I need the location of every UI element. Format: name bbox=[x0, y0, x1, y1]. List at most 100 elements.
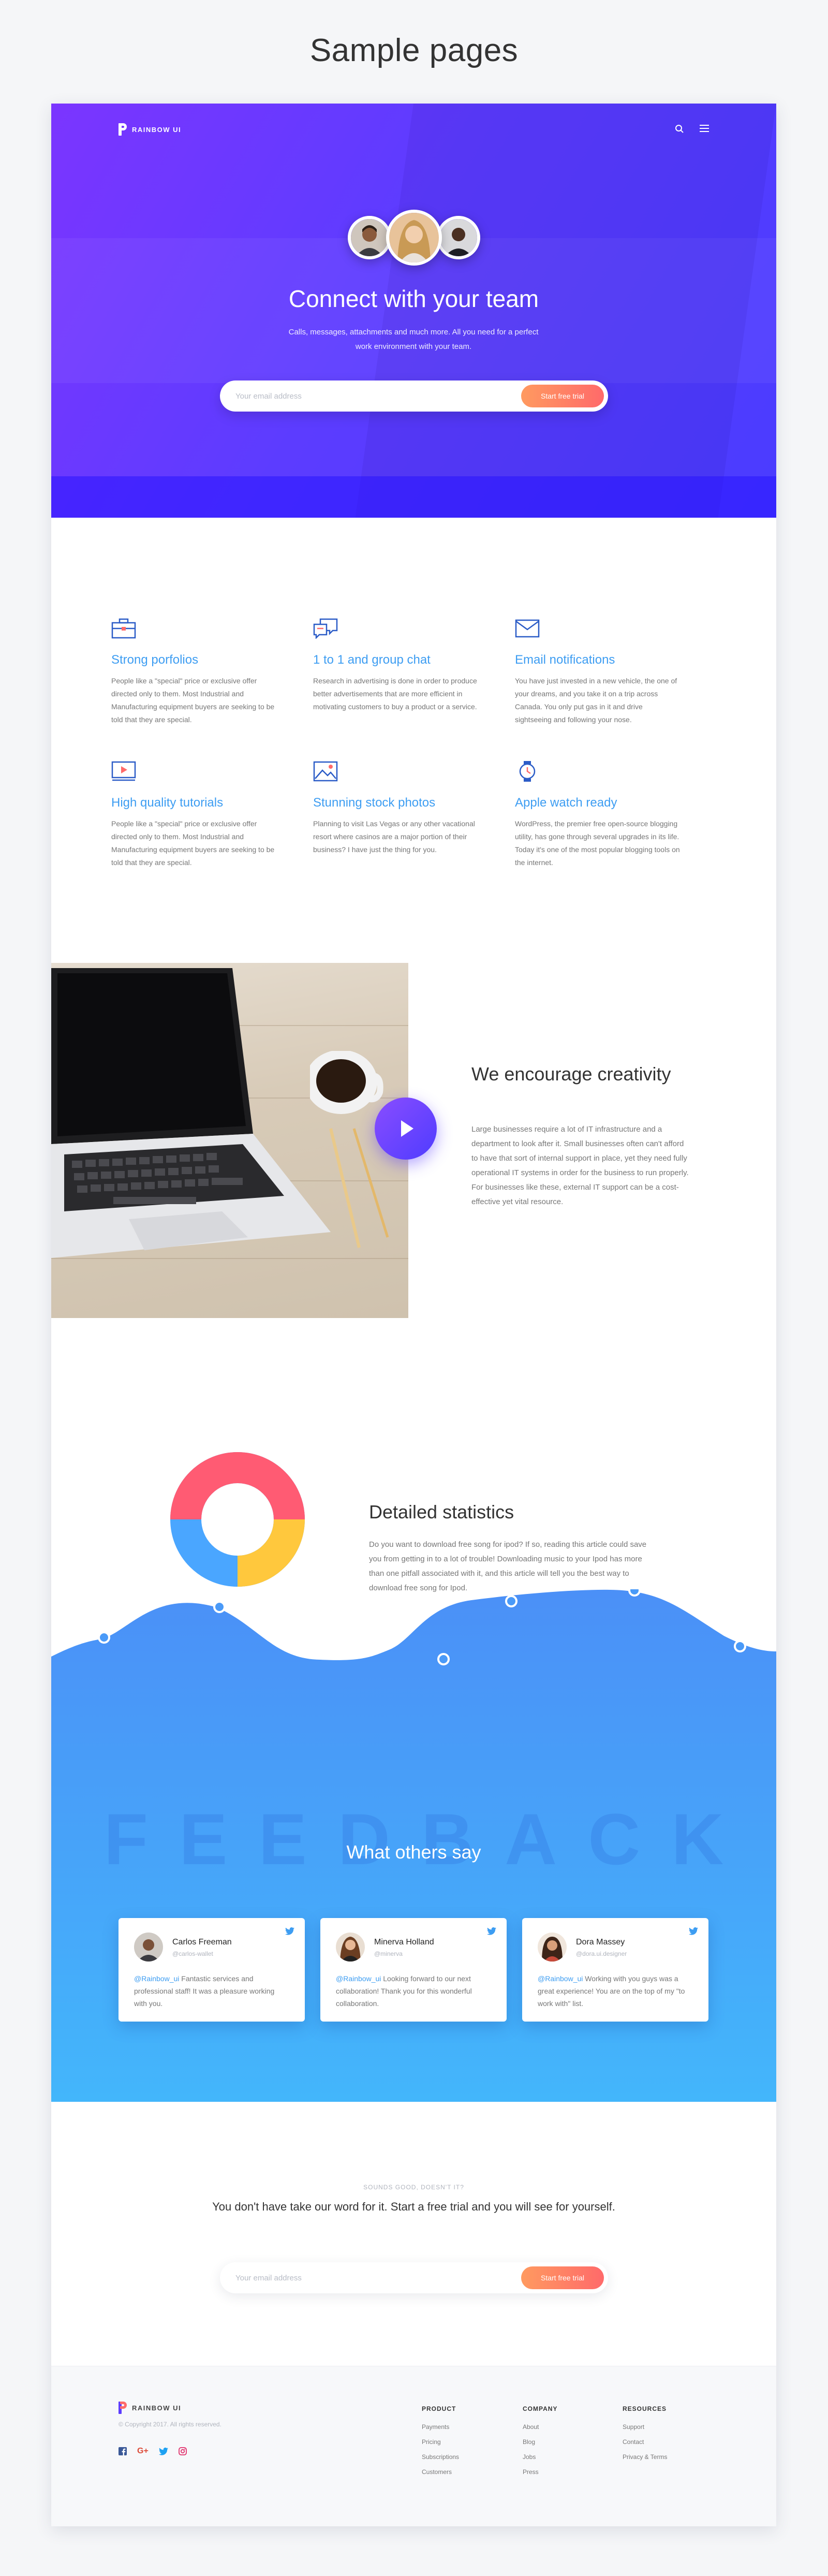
twitter-handle[interactable]: @Rainbow_ui bbox=[336, 1974, 381, 1983]
brand-logo[interactable]: RAINBOW UI bbox=[119, 123, 181, 136]
twitter-handle[interactable]: @Rainbow_ui bbox=[538, 1974, 583, 1983]
avatar bbox=[134, 1933, 163, 1962]
team-avatars bbox=[51, 210, 776, 266]
footer-column-title: COMPANY bbox=[523, 2405, 558, 2412]
footer-column-title: RESOURCES bbox=[623, 2405, 667, 2412]
footer-link[interactable]: Support bbox=[623, 2423, 716, 2431]
creativity-section: We encourage creativity Large businesses… bbox=[51, 963, 776, 1346]
briefcase-icon bbox=[111, 618, 136, 639]
sample-page-frame: RAINBOW UI Connect with your team Calls,… bbox=[51, 104, 776, 2526]
feature-item: Email notifications You have just invest… bbox=[515, 618, 681, 726]
footer-column-company: COMPANY About Blog Jobs Press bbox=[523, 2405, 616, 2483]
testimonial-text: @Rainbow_ui Working with you guys was a … bbox=[538, 1974, 685, 2008]
video-icon bbox=[111, 761, 136, 781]
twitter-icon[interactable] bbox=[285, 1927, 294, 1935]
facebook-icon[interactable] bbox=[119, 2447, 127, 2455]
feature-text: Planning to visit Las Vegas or any other… bbox=[313, 819, 475, 854]
feature-text: Research in advertising is done in order… bbox=[313, 677, 477, 711]
avatar bbox=[436, 216, 480, 259]
trial-signup-form: Start free trial bbox=[220, 2262, 608, 2293]
logo-mark-icon bbox=[119, 123, 127, 136]
feature-text: WordPress, the premier free open-source … bbox=[515, 819, 680, 867]
footer-link[interactable]: Press bbox=[523, 2468, 616, 2476]
footer-link[interactable]: Payments bbox=[422, 2423, 515, 2431]
avatar bbox=[336, 1933, 365, 1962]
feature-item: Strong porfolios People like a "special"… bbox=[111, 618, 277, 726]
footer-link[interactable]: Jobs bbox=[523, 2453, 616, 2461]
stats-text: Do you want to download free song for ip… bbox=[369, 1540, 647, 1592]
testimonial-text: @Rainbow_ui Fantastic services and profe… bbox=[134, 1974, 275, 2008]
footer-column-product: PRODUCT Payments Pricing Subscriptions C… bbox=[422, 2405, 515, 2483]
footer-column-title: PRODUCT bbox=[422, 2405, 456, 2412]
instagram-icon[interactable] bbox=[178, 2447, 187, 2455]
trial-section: SOUNDS GOOD, DOESN'T IT? You don't have … bbox=[51, 2102, 776, 2366]
footer-link[interactable]: Blog bbox=[523, 2438, 616, 2446]
start-free-trial-button[interactable]: Start free trial bbox=[521, 2266, 604, 2289]
search-icon[interactable] bbox=[675, 124, 684, 134]
feedback-title: What others say bbox=[346, 1841, 481, 1863]
hero-section: RAINBOW UI Connect with your team Calls,… bbox=[51, 104, 776, 518]
laptop-desk-photo bbox=[51, 963, 408, 1318]
footer-link[interactable]: Customers bbox=[422, 2468, 515, 2476]
feature-title: Strong porfolios bbox=[111, 653, 199, 667]
watch-icon bbox=[519, 761, 536, 782]
feature-title: 1 to 1 and group chat bbox=[313, 653, 431, 667]
testimonial-card: Minerva Holland @minerva @Rainbow_ui Loo… bbox=[320, 1918, 507, 2022]
features-section: Strong porfolios People like a "special"… bbox=[51, 518, 776, 963]
feature-item: 1 to 1 and group chat Research in advert… bbox=[313, 618, 479, 713]
stats-title: Detailed statistics bbox=[369, 1501, 514, 1523]
play-icon bbox=[401, 1120, 413, 1137]
feature-title: Stunning stock photos bbox=[313, 796, 436, 810]
social-links: G+ bbox=[119, 2447, 187, 2456]
footer-column-resources: RESOURCES Support Contact Privacy & Term… bbox=[623, 2405, 716, 2468]
logo-mark-icon bbox=[119, 2402, 127, 2414]
hero-subtitle: Calls, messages, attachments and much mo… bbox=[288, 328, 539, 351]
avatar bbox=[347, 216, 391, 259]
footer-link[interactable]: Privacy & Terms bbox=[623, 2453, 716, 2461]
avatar bbox=[386, 210, 442, 266]
twitter-handle[interactable]: @Rainbow_ui bbox=[134, 1974, 179, 1983]
testimonial-role: @dora.ui.designer bbox=[576, 1950, 627, 1957]
avatar bbox=[538, 1933, 567, 1962]
feature-item: High quality tutorials People like a "sp… bbox=[111, 761, 277, 869]
email-field[interactable] bbox=[235, 2262, 484, 2293]
copyright: © Copyright 2017. All rights reserved. bbox=[119, 2421, 221, 2428]
menu-icon[interactable] bbox=[700, 124, 709, 134]
hero-signup-form: Start free trial bbox=[220, 380, 608, 412]
twitter-icon[interactable] bbox=[487, 1927, 496, 1935]
navbar: RAINBOW UI bbox=[51, 114, 776, 145]
footer-link[interactable]: Pricing bbox=[422, 2438, 515, 2446]
twitter-icon[interactable] bbox=[689, 1927, 698, 1935]
statistics-donut-chart bbox=[170, 1452, 305, 1587]
image-icon bbox=[313, 761, 338, 782]
mail-icon bbox=[515, 619, 540, 638]
feature-text: You have just invested in a new vehicle,… bbox=[515, 677, 677, 724]
testimonial-role: @minerva bbox=[374, 1950, 403, 1957]
feature-text: People like a "special" price or exclusi… bbox=[111, 819, 275, 867]
feature-item: Apple watch ready WordPress, the premier… bbox=[515, 761, 681, 869]
feature-title: Apple watch ready bbox=[515, 796, 617, 810]
trial-eyebrow: SOUNDS GOOD, DOESN'T IT? bbox=[363, 2184, 464, 2191]
feedback-section: FEEDBACK What others say Carlos Freeman … bbox=[51, 1589, 776, 2102]
creativity-text: Large businesses require a lot of IT inf… bbox=[471, 1125, 689, 1206]
twitter-icon[interactable] bbox=[158, 2447, 168, 2455]
google-plus-icon[interactable]: G+ bbox=[137, 2447, 149, 2456]
footer: RAINBOW UI © Copyright 2017. All rights … bbox=[51, 2366, 776, 2526]
trial-title: You don't have take our word for it. Sta… bbox=[212, 2200, 615, 2213]
testimonial-card: Carlos Freeman @carlos-wallet @Rainbow_u… bbox=[119, 1918, 305, 2022]
footer-link[interactable]: Contact bbox=[623, 2438, 716, 2446]
email-field[interactable] bbox=[235, 380, 484, 412]
play-video-button[interactable] bbox=[375, 1097, 437, 1160]
creativity-title: We encourage creativity bbox=[471, 1063, 671, 1085]
footer-link[interactable]: Subscriptions bbox=[422, 2453, 515, 2461]
testimonial-name: Dora Massey bbox=[576, 1938, 625, 1946]
testimonial-name: Carlos Freeman bbox=[172, 1938, 232, 1946]
start-free-trial-button[interactable]: Start free trial bbox=[521, 385, 604, 407]
testimonial-role: @carlos-wallet bbox=[172, 1950, 213, 1957]
page-heading: Sample pages bbox=[309, 33, 519, 68]
hero-title: Connect with your team bbox=[288, 285, 539, 312]
footer-link[interactable]: About bbox=[523, 2423, 616, 2431]
feature-title: High quality tutorials bbox=[111, 796, 224, 810]
feature-text: People like a "special" price or exclusi… bbox=[111, 677, 275, 724]
footer-logo[interactable]: RAINBOW UI bbox=[119, 2402, 181, 2414]
